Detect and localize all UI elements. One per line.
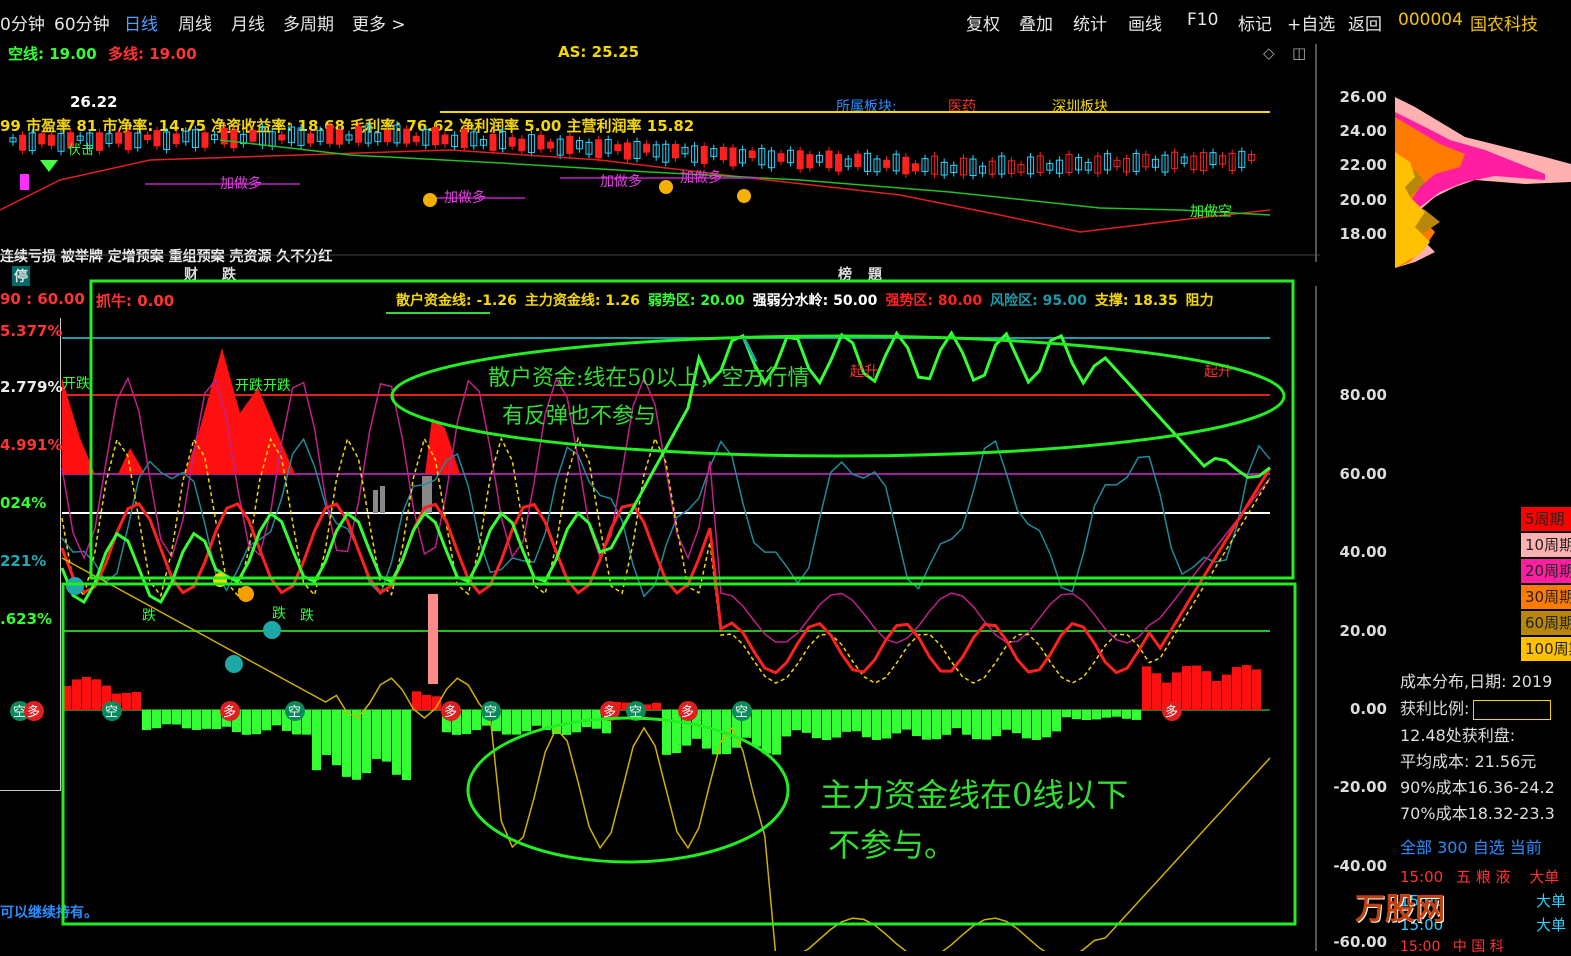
period-20-legend[interactable]: 20周期 <box>1521 559 1571 583</box>
btn-back[interactable]: 返回 <box>1348 10 1382 35</box>
period-10-legend[interactable]: 10周期 <box>1521 533 1571 557</box>
price-tick: 26.00 <box>1339 88 1387 106</box>
indicator-tick: 80.00 <box>1339 386 1387 404</box>
indicator-tick: 0.00 <box>1349 700 1387 718</box>
price-tick: 20.00 <box>1339 191 1387 209</box>
period-100-legend[interactable]: 100周期 <box>1521 637 1571 661</box>
indicator-tick: -40.00 <box>1333 857 1387 875</box>
retail-annotation-line2: 有反弹也不参与 <box>502 404 657 429</box>
period-60-legend[interactable]: 60周期 <box>1521 611 1571 635</box>
period-30-legend[interactable]: 30周期 <box>1521 585 1571 609</box>
stock-code: 000004 <box>1398 10 1463 30</box>
indicator-tick: 40.00 <box>1339 543 1387 561</box>
retail-annotation-line1: 散户资金:线在50以上，空方行情 <box>488 366 810 391</box>
axis-divider <box>1315 286 1317 951</box>
indicator-tick: 60.00 <box>1339 465 1387 483</box>
retail-box <box>89 279 1295 580</box>
cost-70: 70%成本18.32-23.3 <box>1400 804 1555 823</box>
price-tick: 18.00 <box>1339 225 1387 243</box>
retail-ellipse <box>390 334 1286 458</box>
main-ellipse <box>466 716 790 864</box>
stock-name: 国农科技 <box>1470 15 1538 35</box>
indicator-tick: 20.00 <box>1339 622 1387 640</box>
tick-tabs[interactable]: 全部 300 自选 当前 <box>1400 834 1542 858</box>
profit-at-label: 12.48处获利盘: <box>1400 726 1516 745</box>
price-tick: 22.00 <box>1339 156 1387 174</box>
indicator-tick: -20.00 <box>1333 778 1387 796</box>
main-annotation-line1: 主力资金线在0线以下 <box>820 776 1129 814</box>
cost-90: 90%成本16.36-24.2 <box>1400 778 1555 797</box>
tick-row: 15:00 中 国 科 <box>1400 939 1504 955</box>
watermark-logo: 万股网 <box>1355 892 1445 927</box>
chip-distribution-chart <box>1395 97 1571 268</box>
profit-ratio-label: 获利比例: <box>1400 695 1552 720</box>
main-annotation-line2: 不参与。 <box>828 826 957 864</box>
cost-date: 成本分布,日期: 2019 <box>1400 672 1553 691</box>
price-tick: 24.00 <box>1339 122 1387 140</box>
profit-ratio-bar <box>1473 699 1552 720</box>
avg-cost: 平均成本: 21.56元 <box>1400 752 1537 771</box>
main-box <box>61 582 1297 926</box>
period-5-legend[interactable]: 5周期 <box>1521 507 1571 531</box>
